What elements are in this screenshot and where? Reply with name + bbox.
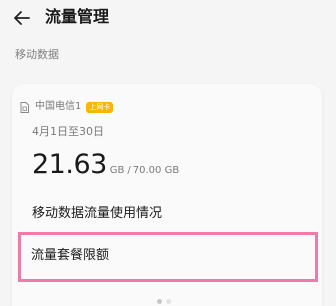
data-usage-summary: 21.63 GB / 70.00 GB — [32, 148, 179, 182]
page-indicator — [155, 299, 173, 304]
used-data-unit: GB — [109, 165, 125, 176]
app-header: 流量管理 — [0, 0, 336, 36]
billing-period: 4月1日至30日 — [32, 125, 104, 138]
menu-item-data-usage[interactable]: 移动数据流量使用情况 — [32, 205, 162, 223]
total-data-allowance: 70.00 GB — [132, 165, 180, 176]
used-data-value: 21.63 — [32, 149, 107, 180]
back-button[interactable] — [10, 6, 34, 30]
section-label-mobile-data: 移动数据 — [15, 48, 59, 61]
data-sim-badge: 上网卡 — [86, 101, 114, 113]
page-dot — [166, 299, 171, 304]
sim-card-icon — [20, 101, 29, 113]
sim-info-row: 中国电信1 上网卡 — [20, 100, 114, 114]
menu-item-plan-limit[interactable]: 流量套餐限额 — [18, 232, 318, 282]
page-dot-active — [157, 299, 162, 304]
carrier-name: 中国电信1 — [35, 101, 82, 112]
back-arrow-icon[interactable] — [10, 6, 34, 30]
usage-separator: / — [127, 165, 131, 176]
menu-item-plan-limit-label: 流量套餐限额 — [31, 248, 110, 263]
page-title: 流量管理 — [45, 7, 110, 26]
